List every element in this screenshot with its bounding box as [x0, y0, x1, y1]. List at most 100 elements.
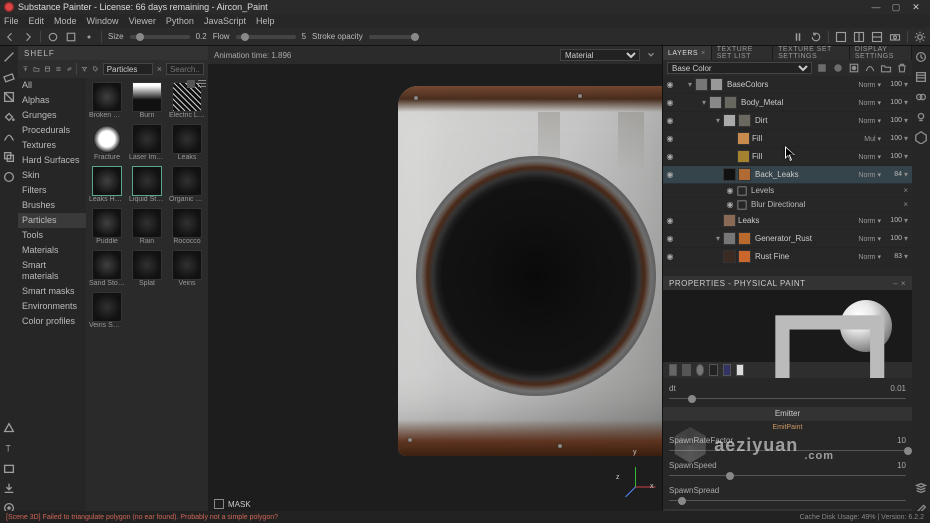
layer-row[interactable]: ◉Rust FineNorm ▾83▾ [663, 248, 912, 266]
layer-opacity[interactable]: 100 [884, 135, 902, 142]
shelf-category[interactable]: Smart masks [18, 284, 86, 299]
layer-opacity[interactable]: 100 [884, 235, 902, 242]
shelf-category[interactable]: All [18, 78, 86, 93]
blend-mode[interactable]: Norm ▾ [858, 217, 881, 225]
visibility-toggle-icon[interactable]: ◉ [663, 170, 677, 179]
fold-toggle-icon[interactable]: ▾ [699, 98, 709, 107]
visibility-toggle-icon[interactable]: ◉ [663, 234, 677, 243]
shelf-category[interactable]: Textures [18, 138, 86, 153]
visibility-toggle-icon[interactable]: ◉ [663, 80, 677, 89]
paint-tool-icon[interactable] [2, 50, 16, 64]
chevron-down-icon[interactable] [646, 50, 656, 60]
tab-texture-set-list[interactable]: TEXTURE SET LIST [712, 46, 773, 60]
layer-row[interactable]: ◉▾DirtNorm ▾100▾ [663, 112, 912, 130]
remove-effect-icon[interactable]: × [903, 200, 908, 209]
menu-edit[interactable]: Edit [29, 16, 45, 26]
layer-row[interactable]: ◉Back_LeaksNorm ▾84▾ [663, 166, 912, 184]
menu-window[interactable]: Window [87, 16, 119, 26]
export-icon[interactable] [2, 481, 16, 495]
history-icon[interactable] [914, 50, 928, 64]
remove-effect-icon[interactable]: × [903, 186, 908, 195]
layer-menu-icon[interactable]: ▾ [904, 170, 908, 179]
swap-icon[interactable] [66, 63, 73, 75]
spawnspread-slider[interactable] [669, 497, 906, 505]
crate-icon[interactable] [44, 63, 51, 75]
ch-color-icon[interactable] [669, 364, 677, 376]
visibility-toggle-icon[interactable]: ◉ [663, 116, 677, 125]
layer-row[interactable]: ◉▾Body_MetalNorm ▾100▾ [663, 94, 912, 112]
layer-opacity[interactable]: 100 [884, 81, 902, 88]
layer-effect-row[interactable]: ◉Blur Directional× [663, 198, 912, 212]
fold-toggle-icon[interactable]: ▾ [713, 116, 723, 125]
shelf-item[interactable]: Sand Storm [88, 250, 126, 290]
grid-view-icon[interactable] [187, 80, 195, 88]
undo-icon[interactable] [4, 31, 16, 43]
shelf-category[interactable]: Hard Surfaces [18, 153, 86, 168]
minimize-button[interactable]: — [866, 1, 886, 13]
settings-icon[interactable] [914, 31, 926, 43]
shelf-item[interactable]: Laser Impact [128, 124, 166, 164]
layer-opacity[interactable]: 100 [884, 117, 902, 124]
redo-icon[interactable] [22, 31, 34, 43]
tag-icon[interactable] [92, 63, 99, 75]
shader-icon[interactable] [914, 130, 928, 144]
blend-mode[interactable]: Norm ▾ [858, 153, 881, 161]
shelf-category[interactable]: Environments [18, 299, 86, 314]
shelf-item[interactable]: Liquid Stream [128, 166, 166, 206]
fill-tool-icon[interactable] [2, 110, 16, 124]
visibility-toggle-icon[interactable]: ◉ [723, 200, 737, 209]
shelf-category[interactable]: Filters [18, 183, 86, 198]
shelf-category[interactable]: Brushes [18, 198, 86, 213]
blend-mode[interactable]: Norm ▾ [858, 99, 881, 107]
fold-toggle-icon[interactable]: ▾ [685, 80, 695, 89]
layer-opacity[interactable]: 84 [884, 171, 902, 178]
menu-python[interactable]: Python [166, 16, 194, 26]
opacity-slider[interactable] [369, 35, 419, 39]
shelf-item[interactable]: Fracture [88, 124, 126, 164]
ch-height-icon[interactable] [682, 364, 690, 376]
tab-display-settings[interactable]: DISPLAY SETTINGS [850, 46, 912, 60]
menu-help[interactable]: Help [256, 16, 275, 26]
import-icon[interactable] [22, 63, 29, 75]
layers-stack-icon[interactable] [914, 481, 928, 495]
layer-effect-row[interactable]: ◉Levels× [663, 184, 912, 198]
shelf-category[interactable]: Alphas [18, 93, 86, 108]
layer-row[interactable]: ◉▾BaseColorsNorm ▾100▾ [663, 76, 912, 94]
channel-select[interactable]: Base Color [667, 62, 812, 74]
layer-menu-icon[interactable]: ▾ [904, 252, 908, 261]
blend-mode[interactable]: Norm ▾ [858, 235, 881, 243]
blend-mode[interactable]: Norm ▾ [858, 171, 881, 179]
layer-menu-icon[interactable]: ▾ [904, 152, 908, 161]
menu-viewer[interactable]: Viewer [129, 16, 156, 26]
shelf-category[interactable]: Particles [18, 213, 86, 228]
close-tab-icon[interactable]: × [701, 50, 706, 57]
camera-icon[interactable] [889, 31, 901, 43]
visibility-toggle-icon[interactable]: ◉ [663, 216, 677, 225]
viewport-3d[interactable]: Animation time: 1.896 Material y x [208, 46, 662, 515]
clear-search-icon[interactable]: × [157, 64, 162, 74]
shelf-category[interactable]: Smart materials [18, 258, 86, 284]
shelf-category[interactable]: Procedurals [18, 123, 86, 138]
pause-icon[interactable] [792, 31, 804, 43]
menu-mode[interactable]: Mode [54, 16, 77, 26]
properties-close-icon[interactable]: – × [893, 279, 906, 288]
stack-icon[interactable] [55, 63, 62, 75]
shelf-category[interactable]: Tools [18, 228, 86, 243]
layer-row[interactable]: ◉LeaksNorm ▾100▾ [663, 212, 912, 230]
ch-ao-icon[interactable] [736, 364, 744, 376]
shelf-item[interactable]: Rococco [168, 208, 206, 248]
shelf-item[interactable]: Veins [168, 250, 206, 290]
viewport-2d-icon[interactable] [871, 31, 883, 43]
layer-menu-icon[interactable]: ▾ [904, 234, 908, 243]
shelf-category[interactable]: Color profiles [18, 314, 86, 329]
layer-menu-icon[interactable]: ▾ [904, 80, 908, 89]
ch-nmap-icon[interactable] [723, 364, 731, 376]
ch-metal-icon[interactable] [709, 364, 717, 376]
eraser-tool-icon[interactable] [2, 70, 16, 84]
brush-dot-icon[interactable] [83, 31, 95, 43]
delete-layer-icon[interactable] [896, 62, 908, 74]
shelf-category[interactable]: Skin [18, 168, 86, 183]
blend-mode[interactable]: Mul ▾ [864, 135, 881, 143]
material-dropdown[interactable]: Material [560, 49, 640, 61]
shelf-search-input[interactable] [103, 63, 153, 75]
